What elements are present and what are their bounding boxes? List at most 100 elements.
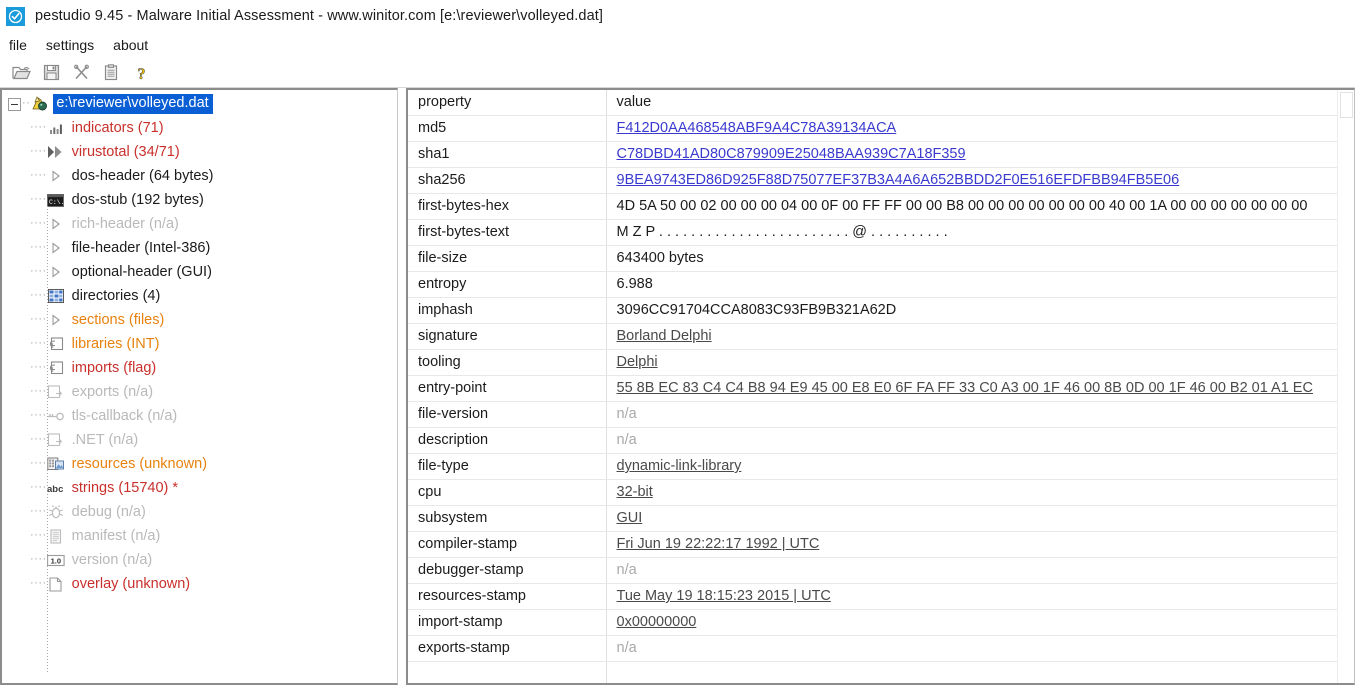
table-row[interactable]: entry-point 55 8B EC 83 C4 C4 B8 94 E9 45… (408, 375, 1354, 402)
vertical-scrollbar[interactable] (1337, 90, 1354, 683)
table-row[interactable]: tooling Delphi (408, 349, 1354, 376)
table-row[interactable]: first-bytes-hex 4D 5A 50 00 02 00 00 00 0… (408, 193, 1354, 220)
tree-item-strings[interactable]: ···· abc strings (15740) * (2, 476, 397, 500)
table-row[interactable]: file-version n/a (408, 401, 1354, 428)
scrollbar-thumb[interactable] (1340, 92, 1353, 118)
property-value-link[interactable]: C78DBD41AD80C879909E25048BAA939C7A18F359 (617, 146, 966, 162)
property-name: entropy (408, 271, 607, 298)
property-value-link[interactable]: GUI (617, 510, 643, 526)
table-row[interactable]: subsystem GUI (408, 505, 1354, 532)
tree-item-rich-header[interactable]: ···· rich-header (n/a) (2, 212, 397, 236)
property-value-cell: n/a (606, 401, 1354, 428)
triangle-icon (47, 168, 65, 184)
tree-item-overlay[interactable]: ···· overlay (unknown) (2, 572, 397, 596)
manifest-icon (47, 528, 65, 544)
tree-item-label: file-header (Intel-386) (71, 239, 211, 256)
property-value-link[interactable]: F412D0AA468548ABF9A4C78A39134ACA (617, 120, 897, 136)
tree-item-label: imports (flag) (71, 359, 157, 376)
title-bar: pestudio 9.45 - Malware Initial Assessme… (0, 0, 1355, 32)
table-row[interactable]: md5 F412D0AA468548ABF9A4C78A39134ACA (408, 115, 1354, 142)
import-icon (47, 360, 65, 376)
tree-item-tls-callback[interactable]: ···· tls-callback (n/a) (2, 404, 397, 428)
main-content: ·· e:\reviewer\volleyed.dat ···· indicato… (0, 88, 1355, 685)
table-row[interactable] (408, 661, 1354, 683)
property-value-link[interactable]: Borland Delphi (617, 328, 712, 344)
table-row[interactable]: file-type dynamic-link-library (408, 453, 1354, 480)
tree-item-dos-stub[interactable]: ···· C:\. dos-stub (192 bytes) (2, 188, 397, 212)
tree-item-indicators[interactable]: ···· indicators (71) (2, 116, 397, 140)
tree-item-sections[interactable]: ···· sections (files) (2, 308, 397, 332)
property-value: n/a (616, 432, 637, 448)
save-icon[interactable] (36, 60, 66, 86)
menu-bar: file settings about (0, 32, 1355, 58)
tree-item-label: tls-callback (n/a) (71, 407, 178, 424)
table-row[interactable]: import-stamp 0x00000000 (408, 609, 1354, 636)
table-row[interactable]: description n/a (408, 427, 1354, 454)
pestudio-file-icon (30, 96, 48, 112)
tree-item-version[interactable]: ···· 1.0 version (n/a) (2, 548, 397, 572)
collapse-toggle-icon[interactable] (8, 97, 21, 111)
property-value-cell: 6.988 (606, 271, 1354, 298)
table-row[interactable]: debugger-stamp n/a (408, 557, 1354, 584)
tree-item-debug[interactable]: ···· debug (n/a) (2, 500, 397, 524)
tree-item-libraries[interactable]: ···· libraries (INT) (2, 332, 397, 356)
clipboard-icon[interactable] (96, 60, 126, 86)
column-header-property[interactable]: property (408, 90, 607, 116)
tree-item-dos-header[interactable]: ···· dos-header (64 bytes) (2, 164, 397, 188)
property-value-link[interactable]: 32-bit (617, 484, 653, 500)
tree-item-label: libraries (INT) (71, 335, 160, 352)
table-row[interactable]: file-size 643400 bytes (408, 245, 1354, 272)
property-name: resources-stamp (408, 583, 607, 610)
svg-text:1.0: 1.0 (50, 556, 60, 565)
open-file-icon[interactable] (6, 60, 36, 86)
property-value-cell: 9BEA9743ED86D925F88D75077EF37B3A4A6A652B… (606, 167, 1354, 194)
property-value-cell: n/a (606, 635, 1354, 662)
tree-item-optional-header[interactable]: ···· optional-header (GUI) (2, 260, 397, 284)
tree-item-label: dos-stub (192 bytes) (71, 191, 204, 208)
property-value-link[interactable]: dynamic-link-library (617, 458, 742, 474)
tree-connector: ···· (30, 456, 47, 469)
property-name: first-bytes-text (408, 219, 607, 246)
tree-item-manifest[interactable]: ···· manifest (n/a) (2, 524, 397, 548)
table-row[interactable]: resources-stamp Tue May 19 18:15:23 2015 … (408, 583, 1354, 610)
property-value-link[interactable]: 55 8B EC 83 C4 C4 B8 94 E9 45 00 E8 E0 6… (617, 380, 1313, 396)
svg-text:abc: abc (47, 484, 63, 494)
menu-item-settings[interactable]: settings (46, 35, 104, 55)
close-file-icon[interactable] (66, 60, 96, 86)
property-value-link[interactable]: Tue May 19 18:15:23 2015 | UTC (617, 588, 831, 604)
table-row[interactable]: entropy 6.988 (408, 271, 1354, 298)
tree-item-virustotal[interactable]: ···· virustotal (34/71) (2, 140, 397, 164)
property-table-pane[interactable]: property value md5 F412D0AA468548ABF9A4C78A… (406, 88, 1355, 685)
tree-item-resources[interactable]: ···· resources (unknown) (2, 452, 397, 476)
table-row[interactable]: sha1 C78DBD41AD80C879909E25048BAA939C7A18… (408, 141, 1354, 168)
table-row[interactable]: imphash 3096CC91704CCA8083C93FB9B321A62D (408, 297, 1354, 324)
table-row[interactable]: signature Borland Delphi (408, 323, 1354, 350)
tree-item-imports[interactable]: ···· imports (flag) (2, 356, 397, 380)
tree-item-file-header[interactable]: ···· file-header (Intel-386) (2, 236, 397, 260)
property-value-cell: GUI (606, 505, 1354, 532)
property-name: description (408, 427, 607, 454)
tree-item-directories[interactable]: ···· directories (4) (2, 284, 397, 308)
table-row[interactable]: compiler-stamp Fri Jun 19 22:22:17 1992 |… (408, 531, 1354, 558)
property-value-link[interactable]: 9BEA9743ED86D925F88D75077EF37B3A4A6A652B… (617, 172, 1180, 188)
table-row[interactable]: cpu 32-bit (408, 479, 1354, 506)
export-icon (47, 384, 65, 400)
property-value-link[interactable]: Delphi (617, 354, 658, 370)
tree-item-.net[interactable]: ···· .NET (n/a) (2, 428, 397, 452)
navigation-tree[interactable]: ·· e:\reviewer\volleyed.dat ···· indicato… (0, 88, 398, 685)
menu-item-about[interactable]: about (113, 35, 158, 55)
property-name: file-version (408, 401, 607, 428)
tree-item-label: optional-header (GUI) (71, 263, 212, 280)
table-row[interactable]: sha256 9BEA9743ED86D925F88D75077EF37B3A4A… (408, 167, 1354, 194)
tree-item-root[interactable]: ·· e:\reviewer\volleyed.dat (2, 92, 397, 116)
table-row[interactable]: first-bytes-text M Z P . . . . . . . . . … (408, 219, 1354, 246)
help-icon[interactable]: ? (126, 60, 156, 86)
property-value-link[interactable]: 0x00000000 (617, 614, 697, 630)
property-value-link[interactable]: Fri Jun 19 22:22:17 1992 | UTC (617, 536, 820, 552)
property-value-cell: F412D0AA468548ABF9A4C78A39134ACA (606, 115, 1354, 142)
column-header-value[interactable]: value (606, 90, 1354, 116)
menu-item-file[interactable]: file (9, 35, 37, 55)
table-row[interactable]: exports-stamp n/a (408, 635, 1354, 662)
tree-item-exports[interactable]: ···· exports (n/a) (2, 380, 397, 404)
property-name: entry-point (408, 375, 607, 402)
